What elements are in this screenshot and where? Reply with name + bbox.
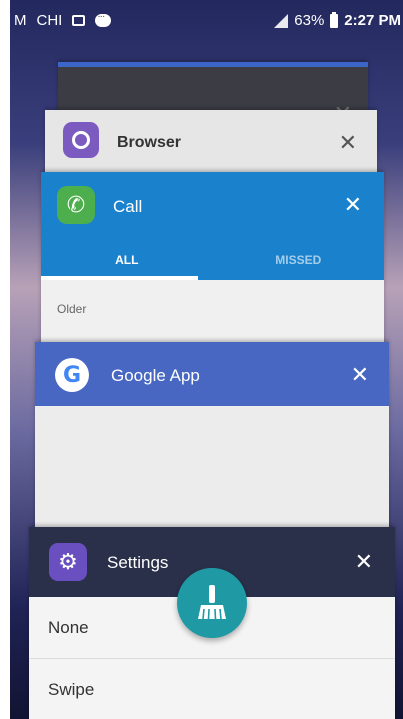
carrier-label: CHI xyxy=(36,12,63,29)
option-swipe[interactable]: Swipe xyxy=(29,659,395,719)
status-bar-right: 63% 2:27 PM xyxy=(274,11,401,29)
section-label-older: Older xyxy=(57,302,87,316)
clear-all-button[interactable] xyxy=(177,568,247,638)
google-card-title: Google App xyxy=(111,366,200,385)
google-g-icon: G xyxy=(62,362,82,388)
close-icon[interactable]: ✕ xyxy=(344,194,362,216)
recent-card-call[interactable]: ✆ Call ✕ ALL MISSED Older xyxy=(41,172,384,347)
recent-card-browser[interactable]: Browser ✕ xyxy=(45,110,377,180)
status-bar: M CHI 63% 2:27 PM xyxy=(10,0,403,40)
settings-card-title: Settings xyxy=(107,553,169,572)
broom-icon xyxy=(198,585,226,620)
tab-indicator xyxy=(41,276,198,280)
close-icon[interactable]: ✕ xyxy=(339,132,357,154)
close-icon[interactable]: ✕ xyxy=(355,551,373,573)
browser-card-title: Browser xyxy=(117,134,182,151)
recent-card-google-app[interactable]: G Google App ✕ xyxy=(35,342,389,532)
clock: 2:27 PM xyxy=(344,12,401,29)
tab-all[interactable]: ALL xyxy=(41,240,213,280)
status-text: M xyxy=(14,12,27,29)
signal-icon xyxy=(274,13,289,28)
globe-icon xyxy=(72,131,90,149)
phone-icon: ✆ xyxy=(66,192,86,217)
battery-icon xyxy=(330,11,339,28)
recent-apps-screen: M CHI 63% 2:27 PM ✕ Browser ✕ ✆ Call ✕ A xyxy=(10,0,403,719)
status-bar-left: M CHI xyxy=(14,11,112,29)
image-notification-icon xyxy=(72,15,86,26)
call-app-icon: ✆ xyxy=(57,186,95,224)
google-app-icon: G xyxy=(55,358,89,392)
message-notification-icon xyxy=(95,11,112,27)
tab-missed[interactable]: MISSED xyxy=(213,240,385,280)
browser-app-icon xyxy=(63,122,99,158)
call-tabs: ALL MISSED xyxy=(41,240,384,280)
close-icon[interactable]: ✕ xyxy=(351,364,369,386)
battery-percent: 63% xyxy=(294,12,325,29)
gear-icon: ⚙ xyxy=(58,549,78,574)
call-card-title: Call xyxy=(113,197,143,216)
settings-app-icon: ⚙ xyxy=(49,543,87,581)
